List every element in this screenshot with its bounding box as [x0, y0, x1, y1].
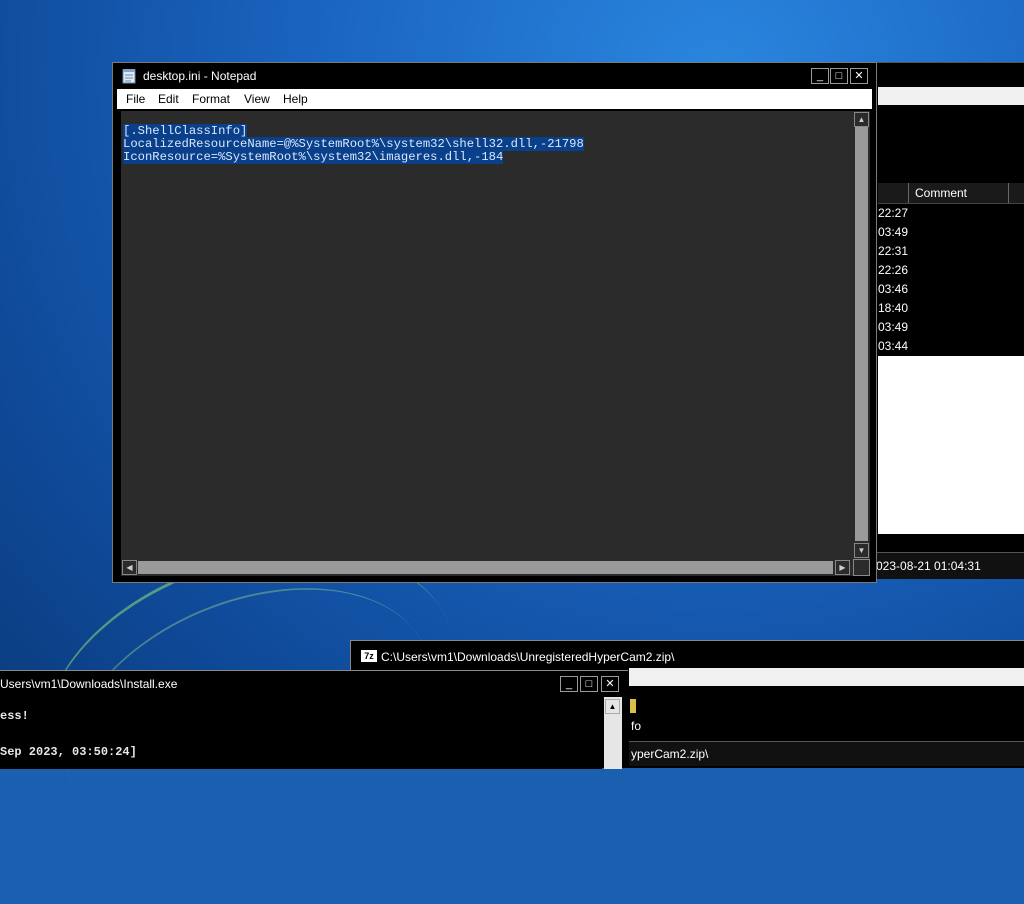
resize-grip[interactable] — [853, 559, 870, 576]
archive-status-bar: 023-08-21 01:04:31 — [876, 552, 1024, 579]
column-comment[interactable]: Comment — [908, 183, 1008, 203]
close-button[interactable]: ✕ — [601, 676, 619, 692]
list-item[interactable]: 18:40 — [878, 299, 1024, 318]
text-editor[interactable]: [.ShellClassInfo] LocalizedResourceName=… — [121, 111, 853, 559]
column-modified[interactable] — [878, 183, 908, 203]
list-item[interactable]: 03:44 — [878, 337, 1024, 356]
console-window[interactable]: Users\vm1\Downloads\Install.exe _ □ ✕ es… — [0, 670, 628, 769]
console-titlebar[interactable]: Users\vm1\Downloads\Install.exe _ □ ✕ — [0, 671, 628, 697]
window-title: C:\Users\vm1\Downloads\UnregisteredHyper… — [381, 650, 675, 664]
archive-menubar[interactable] — [629, 668, 1024, 686]
column-extra[interactable] — [1008, 183, 1024, 203]
console-output[interactable]: ess! Sep 2023, 03:50:24] — [0, 697, 602, 769]
horizontal-scroll-thumb[interactable] — [138, 561, 833, 574]
scroll-left-button[interactable]: ◀ — [122, 560, 137, 575]
archive-path-bar[interactable]: yperCam2.zip\ — [629, 741, 1024, 766]
menu-format[interactable]: Format — [192, 92, 230, 106]
menu-help[interactable]: Help — [283, 92, 308, 106]
scroll-up-button[interactable]: ▲ — [605, 699, 620, 714]
editor-line[interactable]: IconResource=%SystemRoot%\system32\image… — [123, 150, 504, 164]
list-item[interactable]: 03:46 — [878, 280, 1024, 299]
menu-bar: File Edit Format View Help — [117, 89, 872, 109]
close-button[interactable]: ✕ — [850, 68, 868, 84]
console-scrollbar[interactable]: ▲ — [604, 697, 622, 769]
notepad-window[interactable]: desktop.ini - Notepad _ □ ✕ File Edit Fo… — [112, 62, 877, 583]
maximize-button[interactable]: □ — [580, 676, 598, 692]
vertical-scroll-thumb[interactable] — [855, 127, 868, 541]
scroll-right-button[interactable]: ▶ — [835, 560, 850, 575]
editor-content[interactable]: [.ShellClassInfo] LocalizedResourceName=… — [123, 124, 584, 164]
editor-line[interactable]: LocalizedResourceName=@%SystemRoot%\syst… — [123, 137, 584, 151]
window-title: Users\vm1\Downloads\Install.exe — [0, 677, 178, 691]
editor-line[interactable]: [.ShellClassInfo] — [123, 124, 248, 138]
horizontal-scrollbar[interactable]: ◀ ▶ — [121, 559, 853, 576]
console-line: ess! — [0, 709, 29, 723]
notepad-titlebar[interactable]: desktop.ini - Notepad _ □ ✕ — [113, 63, 876, 89]
list-item[interactable]: 22:31 — [878, 242, 1024, 261]
list-item[interactable]: fo — [631, 719, 641, 733]
menu-edit[interactable]: Edit — [158, 92, 179, 106]
archive-icon: 7z — [361, 650, 377, 662]
archive-titlebar[interactable] — [876, 62, 1024, 87]
archive-path: yperCam2.zip\ — [631, 747, 709, 761]
vertical-scrollbar[interactable]: ▲ ▼ — [853, 111, 870, 559]
scroll-up-button[interactable]: ▲ — [854, 112, 869, 127]
folder-icon — [630, 699, 636, 713]
console-line: Sep 2023, 03:50:24] — [0, 745, 137, 759]
scroll-down-button[interactable]: ▼ — [854, 543, 869, 558]
minimize-button[interactable]: _ — [560, 676, 578, 692]
archive-menubar[interactable] — [878, 87, 1024, 105]
list-item[interactable]: 03:49 — [878, 318, 1024, 337]
archive-file-list[interactable]: 22:27 03:49 22:31 22:26 03:46 18:40 03:4… — [878, 204, 1024, 354]
archive-window[interactable]: Comment 22:27 03:49 22:31 22:26 03:46 18… — [876, 62, 1024, 579]
list-item[interactable]: 22:27 — [878, 204, 1024, 223]
maximize-button[interactable]: □ — [830, 68, 848, 84]
archive-icon-label: 7z — [364, 651, 374, 661]
window-title: desktop.ini - Notepad — [143, 69, 257, 83]
archive-toolbar[interactable] — [878, 106, 1024, 174]
menu-view[interactable]: View — [244, 92, 270, 106]
archive-empty-area[interactable] — [878, 356, 1024, 534]
notepad-icon — [122, 68, 136, 84]
archive-column-header[interactable]: Comment — [878, 183, 1024, 204]
minimize-button[interactable]: _ — [811, 68, 829, 84]
list-item[interactable]: 22:26 — [878, 261, 1024, 280]
menu-file[interactable]: File — [126, 92, 145, 106]
list-item[interactable]: 03:49 — [878, 223, 1024, 242]
